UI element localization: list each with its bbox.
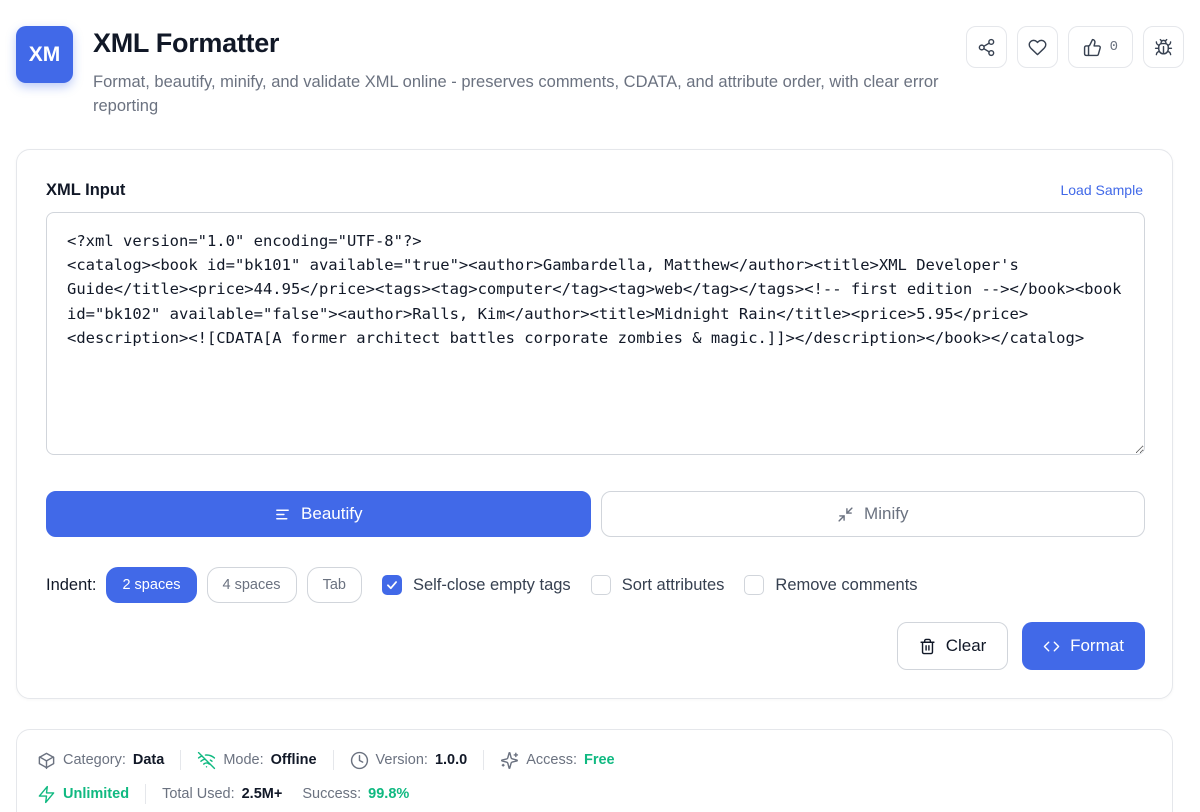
xml-input[interactable]: <?xml version="1.0" encoding="UTF-8"?> <… bbox=[46, 212, 1145, 455]
clear-button[interactable]: Clear bbox=[897, 622, 1008, 670]
category-key: Category: bbox=[63, 752, 126, 768]
box-icon bbox=[38, 752, 55, 769]
mode-key: Mode: bbox=[223, 752, 264, 768]
access-info: Access: Free bbox=[500, 751, 615, 770]
trash-icon bbox=[920, 638, 935, 654]
clock-icon bbox=[350, 751, 368, 769]
remove-comments-label: Remove comments bbox=[775, 575, 918, 594]
unlimited-info: Unlimited bbox=[37, 785, 129, 804]
mode-info: Mode: Offline bbox=[197, 751, 317, 770]
favorite-button[interactable] bbox=[1016, 26, 1058, 68]
success-key: Success: bbox=[302, 786, 362, 802]
indent-label: Indent: bbox=[46, 575, 97, 594]
load-sample-link[interactable]: Load Sample bbox=[1060, 182, 1143, 198]
tool-info-card: Category: Data Mode: Offline Version: 1.… bbox=[16, 729, 1173, 812]
indent-option-4-spaces[interactable]: 4 spaces bbox=[206, 567, 297, 603]
xml-input-label: XML Input bbox=[46, 181, 126, 199]
thumbs-up-icon bbox=[1083, 38, 1101, 56]
page-description: Format, beautify, minify, and validate X… bbox=[93, 73, 939, 115]
bug-icon bbox=[1154, 38, 1173, 55]
category-info: Category: Data bbox=[37, 751, 164, 770]
self-close-label: Self-close empty tags bbox=[412, 575, 571, 594]
total-used-value: 2.5M+ bbox=[241, 786, 283, 802]
share-icon bbox=[978, 38, 994, 56]
mode-toggle: Beautify Minify bbox=[46, 491, 1145, 537]
self-close-option[interactable]: Self-close empty tags bbox=[381, 575, 571, 595]
code-icon bbox=[1043, 641, 1060, 651]
total-used-info: Total Used: 2.5M+ bbox=[162, 786, 282, 802]
minify-button[interactable]: Minify bbox=[600, 491, 1145, 537]
version-key: Version: bbox=[375, 752, 428, 768]
mode-value: Offline bbox=[270, 752, 317, 768]
remove-comments-option[interactable]: Remove comments bbox=[744, 575, 918, 595]
align-left-icon bbox=[276, 509, 289, 519]
category-value: Data bbox=[132, 752, 165, 768]
divider bbox=[145, 784, 147, 804]
success-info: Success: 99.8% bbox=[302, 786, 409, 802]
wifi-off-icon bbox=[198, 751, 216, 769]
self-close-checkbox[interactable] bbox=[381, 575, 402, 595]
clear-label: Clear bbox=[945, 636, 987, 655]
sort-attributes-option[interactable]: Sort attributes bbox=[590, 575, 725, 595]
indent-option-tab[interactable]: Tab bbox=[306, 567, 362, 603]
divider bbox=[180, 750, 182, 770]
like-button[interactable]: 0 bbox=[1067, 26, 1133, 68]
options-row: Indent: 2 spaces 4 spaces Tab Self-close… bbox=[46, 567, 928, 603]
remove-comments-checkbox[interactable] bbox=[744, 575, 765, 595]
page-title: XML Formatter bbox=[93, 28, 280, 58]
sort-attributes-label: Sort attributes bbox=[621, 575, 725, 594]
divider bbox=[483, 750, 485, 770]
version-value: 1.0.0 bbox=[434, 752, 468, 768]
report-bug-button[interactable] bbox=[1143, 26, 1184, 68]
check-icon bbox=[386, 581, 397, 590]
app-logo: XM bbox=[16, 26, 73, 83]
info-row-secondary: Unlimited Total Used: 2.5M+ Success: 99.… bbox=[37, 782, 409, 806]
unlimited-label: Unlimited bbox=[63, 786, 130, 802]
minify-label: Minify bbox=[864, 504, 909, 523]
indent-option-2-spaces[interactable]: 2 spaces bbox=[106, 567, 197, 603]
formatter-card: XML Input Load Sample <?xml version="1.0… bbox=[16, 149, 1173, 699]
lightning-icon bbox=[38, 785, 55, 803]
app-header: XM XML Formatter Format, beautify, minif… bbox=[16, 26, 1184, 126]
access-value: Free bbox=[583, 752, 615, 768]
info-row-primary: Category: Data Mode: Offline Version: 1.… bbox=[37, 748, 615, 772]
like-count: 0 bbox=[1109, 39, 1118, 55]
heart-icon bbox=[1028, 39, 1047, 55]
sort-attributes-checkbox[interactable] bbox=[590, 575, 611, 595]
share-button[interactable] bbox=[965, 26, 1007, 68]
divider bbox=[332, 750, 334, 770]
total-used-key: Total Used: bbox=[162, 786, 235, 802]
beautify-label: Beautify bbox=[301, 504, 363, 523]
success-value: 99.8% bbox=[368, 786, 410, 802]
header-actions: 0 bbox=[965, 26, 1184, 68]
access-key: Access: bbox=[526, 752, 577, 768]
minimize-arrows-icon bbox=[838, 506, 853, 522]
version-info: Version: 1.0.0 bbox=[350, 751, 468, 770]
sparkles-icon bbox=[501, 751, 519, 769]
beautify-button[interactable]: Beautify bbox=[46, 491, 591, 537]
format-button[interactable]: Format bbox=[1022, 622, 1145, 670]
format-label: Format bbox=[1070, 636, 1124, 655]
